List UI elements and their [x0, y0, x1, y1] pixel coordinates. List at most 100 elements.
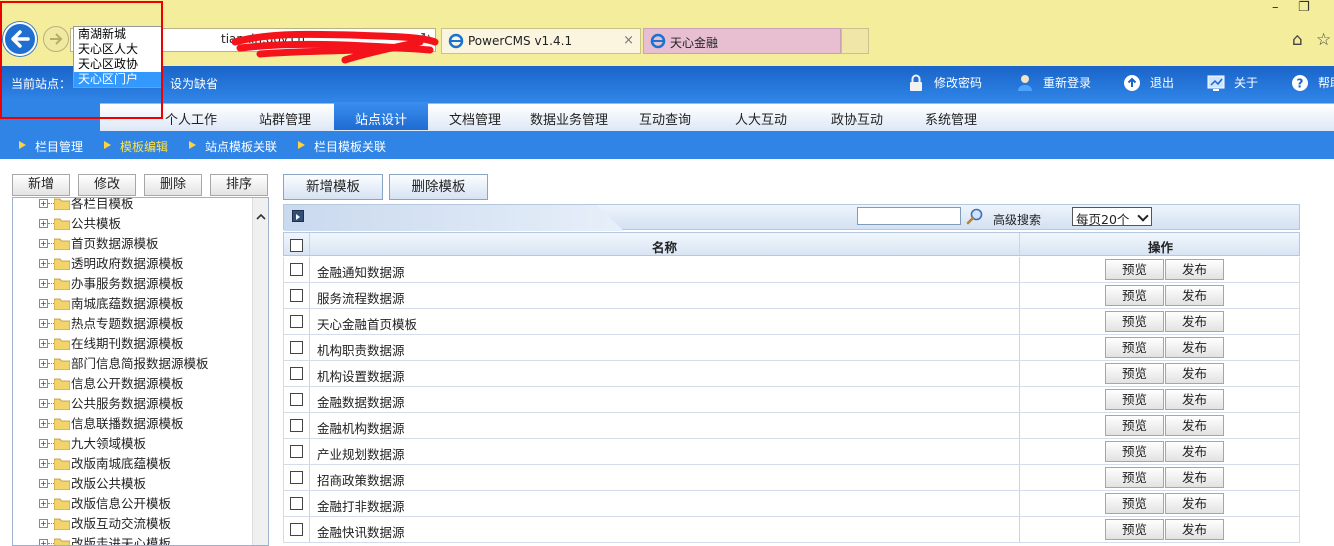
publish-button[interactable]: 发布 — [1165, 363, 1224, 384]
expand-plus-icon[interactable]: + — [39, 479, 48, 488]
row-checkbox[interactable] — [290, 341, 303, 354]
close-icon[interactable]: × — [623, 33, 634, 48]
site-option[interactable]: 天心区人大 — [74, 42, 162, 57]
preview-button[interactable]: 预览 — [1105, 311, 1164, 332]
preview-button[interactable]: 预览 — [1105, 441, 1164, 462]
tree-node[interactable]: + 热点专题数据源模板 — [39, 314, 184, 334]
publish-button[interactable]: 发布 — [1165, 259, 1224, 280]
tree-node[interactable]: + 改版互动交流模板 — [39, 514, 171, 534]
publish-button[interactable]: 发布 — [1165, 415, 1224, 436]
expand-plus-icon[interactable]: + — [39, 519, 48, 528]
select-all-checkbox[interactable] — [290, 239, 303, 252]
expand-plus-icon[interactable]: + — [39, 439, 48, 448]
site-option[interactable]: 天心区政协 — [74, 57, 162, 72]
preview-button[interactable]: 预览 — [1105, 337, 1164, 358]
preview-button[interactable]: 预览 — [1105, 467, 1164, 488]
tree-delete-button[interactable]: 删除 — [144, 174, 202, 196]
nav-data-business[interactable]: 数据业务管理 — [522, 109, 616, 128]
tree-node[interactable]: + 改版走进天心模板 — [39, 534, 171, 545]
nav-interactive-query[interactable]: 互动查询 — [618, 109, 712, 128]
tree-edit-button[interactable]: 修改 — [78, 174, 136, 196]
preview-button[interactable]: 预览 — [1105, 493, 1164, 514]
search-input[interactable] — [857, 207, 961, 225]
row-checkbox[interactable] — [290, 471, 303, 484]
row-checkbox[interactable] — [290, 289, 303, 302]
publish-button[interactable]: 发布 — [1165, 519, 1224, 540]
tree-node[interactable]: + 改版公共模板 — [39, 474, 146, 494]
tree-node[interactable]: + 首页数据源模板 — [39, 234, 159, 254]
tree-sort-button[interactable]: 排序 — [210, 174, 268, 196]
preview-button[interactable]: 预览 — [1105, 519, 1164, 540]
publish-button[interactable]: 发布 — [1165, 389, 1224, 410]
add-template-button[interactable]: 新增模板 — [283, 174, 383, 200]
expand-plus-icon[interactable]: + — [39, 319, 48, 328]
row-checkbox[interactable] — [290, 315, 303, 328]
tree-node[interactable]: + 信息公开数据源模板 — [39, 374, 184, 394]
tree-node[interactable]: + 公共模板 — [39, 214, 121, 234]
row-checkbox[interactable] — [290, 523, 303, 536]
minimize-icon[interactable]: – — [1272, 0, 1279, 15]
tree-node[interactable]: + 公共服务数据源模板 — [39, 394, 184, 414]
home-icon[interactable]: ⌂ — [1292, 30, 1303, 50]
subnav-column-management[interactable]: 栏目管理 — [15, 138, 83, 155]
expand-plus-icon[interactable]: + — [39, 339, 48, 348]
page-size-select[interactable]: 每页20个 — [1072, 207, 1152, 227]
tree-node[interactable]: + 透明政府数据源模板 — [39, 254, 184, 274]
help-link[interactable]: ? 帮助 — [1290, 72, 1334, 94]
refresh-icon[interactable]: ↻ — [420, 31, 431, 46]
row-checkbox[interactable] — [290, 419, 303, 432]
nav-cppcc-interaction[interactable]: 政协互动 — [810, 109, 904, 128]
subnav-site-template-link[interactable]: 站点模板关联 — [185, 138, 277, 155]
expand-plus-icon[interactable]: + — [39, 199, 48, 208]
publish-button[interactable]: 发布 — [1165, 285, 1224, 306]
nav-site-design[interactable]: 站点设计 — [334, 102, 428, 130]
preview-button[interactable]: 预览 — [1105, 285, 1164, 306]
tree-node[interactable]: + 办事服务数据源模板 — [39, 274, 184, 294]
tree-scrollbar[interactable] — [252, 198, 268, 545]
favorites-star-icon[interactable]: ☆ — [1316, 30, 1331, 50]
nav-site-group[interactable]: 站群管理 — [238, 109, 332, 128]
tree-node[interactable]: + 改版南城底蕴模板 — [39, 454, 171, 474]
expand-plus-icon[interactable]: + — [39, 399, 48, 408]
tree-node[interactable]: + 九大领域模板 — [39, 434, 146, 454]
site-option[interactable]: 南湖新城 — [74, 27, 162, 42]
site-select-dropdown[interactable]: 南湖新城 天心区人大 天心区政协 天心区门户 — [73, 26, 163, 88]
subnav-column-template-link[interactable]: 栏目模板关联 — [294, 138, 386, 155]
preview-button[interactable]: 预览 — [1105, 415, 1164, 436]
expand-plus-icon[interactable]: + — [39, 419, 48, 428]
expand-plus-icon[interactable]: + — [39, 459, 48, 468]
tree-node[interactable]: + 部门信息简报数据源模板 — [39, 354, 209, 374]
expand-plus-icon[interactable]: + — [39, 359, 48, 368]
expand-plus-icon[interactable]: + — [39, 379, 48, 388]
tree-add-button[interactable]: 新增 — [12, 174, 70, 196]
tree-node[interactable]: + 各栏目模板 — [39, 198, 134, 214]
relogin-link[interactable]: 重新登录 — [1015, 72, 1091, 94]
delete-template-button[interactable]: 删除模板 — [389, 174, 488, 200]
row-checkbox[interactable] — [290, 393, 303, 406]
publish-button[interactable]: 发布 — [1165, 467, 1224, 488]
publish-button[interactable]: 发布 — [1165, 493, 1224, 514]
tab-tianxin-finance[interactable]: 天心金融 — [643, 28, 841, 54]
tree-node[interactable]: + 在线期刊数据源模板 — [39, 334, 184, 354]
search-icon[interactable] — [965, 207, 985, 227]
row-checkbox[interactable] — [290, 445, 303, 458]
publish-button[interactable]: 发布 — [1165, 311, 1224, 332]
new-tab-button[interactable] — [841, 28, 869, 54]
preview-button[interactable]: 预览 — [1105, 389, 1164, 410]
expand-plus-icon[interactable]: + — [39, 259, 48, 268]
preview-button[interactable]: 预览 — [1105, 363, 1164, 384]
expand-icon[interactable] — [292, 210, 304, 222]
set-default-link[interactable]: 设为缺省 — [170, 75, 218, 92]
nav-system-management[interactable]: 系统管理 — [904, 109, 998, 128]
publish-button[interactable]: 发布 — [1165, 441, 1224, 462]
change-password-link[interactable]: 修改密码 — [906, 72, 982, 94]
restore-icon[interactable]: ❐ — [1298, 0, 1310, 15]
tab-powercms[interactable]: PowerCMS v1.4.1 × — [441, 28, 641, 54]
tree-node[interactable]: + 改版信息公开模板 — [39, 494, 171, 514]
expand-plus-icon[interactable]: + — [39, 499, 48, 508]
row-checkbox[interactable] — [290, 367, 303, 380]
subnav-template-edit[interactable]: 模板编辑 — [100, 138, 168, 155]
expand-plus-icon[interactable]: + — [39, 279, 48, 288]
nav-document-management[interactable]: 文档管理 — [428, 109, 522, 128]
row-checkbox[interactable] — [290, 263, 303, 276]
